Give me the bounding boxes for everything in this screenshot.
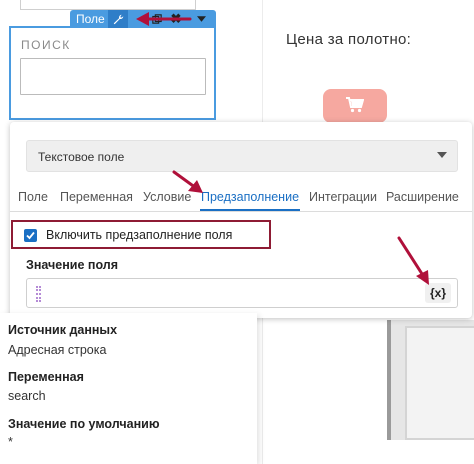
cart-button[interactable] [323, 89, 387, 123]
screenshot-root: Цена за полотно: ПОИСК Поле ✖ Текстовое … [0, 0, 474, 464]
field-label: ПОИСК [21, 38, 71, 52]
active-tab-indicator [200, 209, 300, 211]
chevron-down-icon[interactable] [190, 10, 212, 28]
tab-condition[interactable]: Условие [143, 190, 191, 204]
field-settings-panel: Текстовое поле Поле Переменная Условие П… [10, 122, 472, 318]
search-input[interactable] [20, 58, 206, 95]
previous-field-box [20, 0, 196, 10]
cart-icon [346, 97, 364, 113]
variable-insert-button[interactable]: {x} [425, 283, 451, 303]
variable-value: search [8, 389, 46, 403]
field-value-input[interactable]: {x} [26, 278, 458, 308]
door-image [387, 320, 474, 440]
default-label: Значение по умолчанию [8, 417, 160, 431]
source-label: Источник данных [8, 323, 118, 337]
prefill-highlight-box: Включить предзаполнение поля [11, 220, 271, 249]
door-panel [405, 326, 474, 440]
tab-prefill[interactable]: Предзаполнение [201, 190, 299, 204]
field-value-label: Значение поля [26, 258, 118, 272]
widget-toolbar: Поле ✖ [70, 10, 216, 28]
variable-tooltip: Источник данных Адресная строка Переменн… [0, 313, 257, 464]
chevron-down-icon [437, 152, 447, 158]
prefill-checkbox[interactable] [24, 229, 37, 242]
prefill-checkbox-label: Включить предзаполнение поля [46, 228, 233, 242]
wrench-icon[interactable] [108, 10, 128, 28]
tab-field[interactable]: Поле [18, 190, 48, 204]
field-type-select[interactable]: Текстовое поле [26, 140, 458, 172]
settings-tabs: Поле Переменная Условие Предзаполнение И… [10, 186, 472, 212]
search-field-widget[interactable]: ПОИСК [9, 26, 216, 120]
variable-label: Переменная [8, 370, 84, 384]
tab-integrations[interactable]: Интеграции [309, 190, 377, 204]
toolbar-label: Поле [76, 12, 105, 26]
default-value: * [8, 435, 13, 449]
close-icon[interactable]: ✖ [168, 10, 184, 28]
tab-variable[interactable]: Переменная [60, 190, 133, 204]
tab-extension[interactable]: Расширение [386, 190, 459, 204]
price-label: Цена за полотно: [286, 31, 412, 48]
copy-icon[interactable] [146, 10, 168, 28]
source-value: Адресная строка [8, 343, 107, 357]
field-type-value: Текстовое поле [38, 150, 125, 164]
text-cursor [36, 286, 41, 302]
